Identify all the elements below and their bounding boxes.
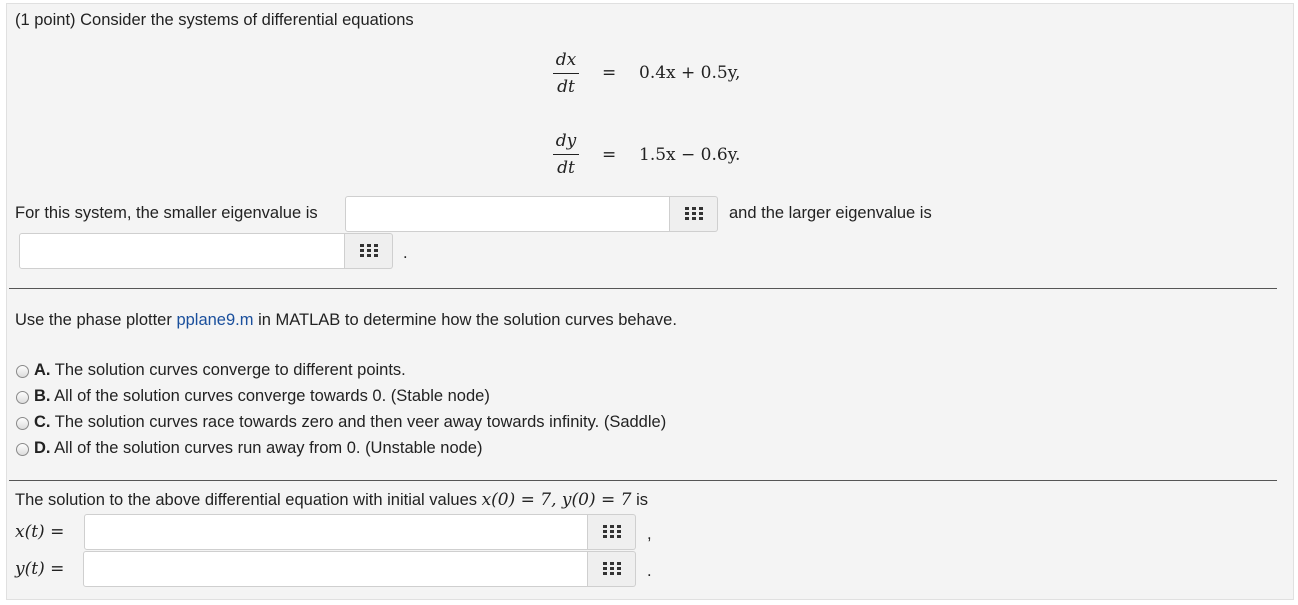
eq1-numerator: dx xyxy=(555,50,577,70)
grid-icon xyxy=(684,207,703,220)
eq2-fraction: dy dt xyxy=(553,130,579,179)
eq1-equals: = xyxy=(602,63,617,83)
option-b-text: All of the solution curves converge towa… xyxy=(50,387,490,405)
divider-1 xyxy=(9,288,1277,289)
grid-icon xyxy=(602,562,621,575)
x-of-t-matrix-button[interactable] xyxy=(588,514,636,550)
option-d-letter: D. xyxy=(34,439,51,457)
option-c-text: The solution curves race towards zero an… xyxy=(50,413,667,431)
smaller-eigenvalue-matrix-button[interactable] xyxy=(670,196,718,232)
eq2-fraction-bar xyxy=(553,154,579,155)
x-of-t-comma: , xyxy=(647,525,652,543)
eq2-numerator: dy xyxy=(555,131,577,151)
eq2-rhs: 1.5x − 0.6y. xyxy=(639,145,741,165)
option-b-letter: B. xyxy=(34,387,51,405)
phase-text-after: in MATLAB to determine how the solution … xyxy=(253,311,677,329)
pplane-link[interactable]: pplane9.m xyxy=(176,311,253,329)
divider-2 xyxy=(9,480,1277,481)
problem-intro: (1 point) Consider the systems of differ… xyxy=(15,11,414,29)
y-of-t-period: . xyxy=(647,562,652,580)
option-d-radio[interactable] xyxy=(16,443,29,456)
x-of-t-input[interactable] xyxy=(84,514,588,550)
eq2-equals: = xyxy=(602,145,617,165)
option-d-text: All of the solution curves run away from… xyxy=(50,439,483,457)
eq1-denominator: dt xyxy=(557,77,575,97)
larger-eigenvalue-input[interactable] xyxy=(19,233,345,269)
phase-instruction: Use the phase plotter pplane9.m in MATLA… xyxy=(15,310,677,330)
eq2-denominator: dt xyxy=(557,158,575,178)
eq1-fraction: dx dt xyxy=(553,49,579,98)
option-b-radio[interactable] xyxy=(16,391,29,404)
option-a-label[interactable]: A. The solution curves converge to diffe… xyxy=(34,360,406,380)
option-c-letter: C. xyxy=(34,413,51,431)
option-c-label[interactable]: C. The solution curves race towards zero… xyxy=(34,412,666,432)
eq1-fraction-bar xyxy=(553,73,579,74)
y-of-t-matrix-button[interactable] xyxy=(588,551,636,587)
solution-suffix: is xyxy=(631,491,648,509)
option-d-label[interactable]: D. All of the solution curves run away f… xyxy=(34,438,482,458)
y-of-t-label: y(t) = xyxy=(15,559,65,579)
option-a-radio[interactable] xyxy=(16,365,29,378)
solution-statement: The solution to the above differential e… xyxy=(15,490,648,510)
eigen-end-period: . xyxy=(403,244,408,262)
option-a-letter: A. xyxy=(34,361,51,379)
smaller-eigenvalue-input[interactable] xyxy=(345,196,670,232)
grid-icon xyxy=(602,525,621,538)
option-c-radio[interactable] xyxy=(16,417,29,430)
y-of-t-input[interactable] xyxy=(83,551,588,587)
grid-icon xyxy=(359,244,378,257)
x-of-t-label: x(t) = xyxy=(15,522,65,542)
initial-values-math: x(0) = 7, y(0) = 7 xyxy=(481,490,632,510)
problem-panel xyxy=(6,3,1294,600)
solution-prefix: The solution to the above differential e… xyxy=(15,491,482,509)
eq1-rhs: 0.4x + 0.5y, xyxy=(639,63,741,83)
option-b-label[interactable]: B. All of the solution curves converge t… xyxy=(34,386,490,406)
eigen-middle: and the larger eigenvalue is xyxy=(729,204,932,222)
phase-text-before: Use the phase plotter xyxy=(15,311,177,329)
larger-eigenvalue-matrix-button[interactable] xyxy=(345,233,393,269)
option-a-text: The solution curves converge to differen… xyxy=(50,361,406,379)
eigen-prefix: For this system, the smaller eigenvalue … xyxy=(15,204,318,222)
